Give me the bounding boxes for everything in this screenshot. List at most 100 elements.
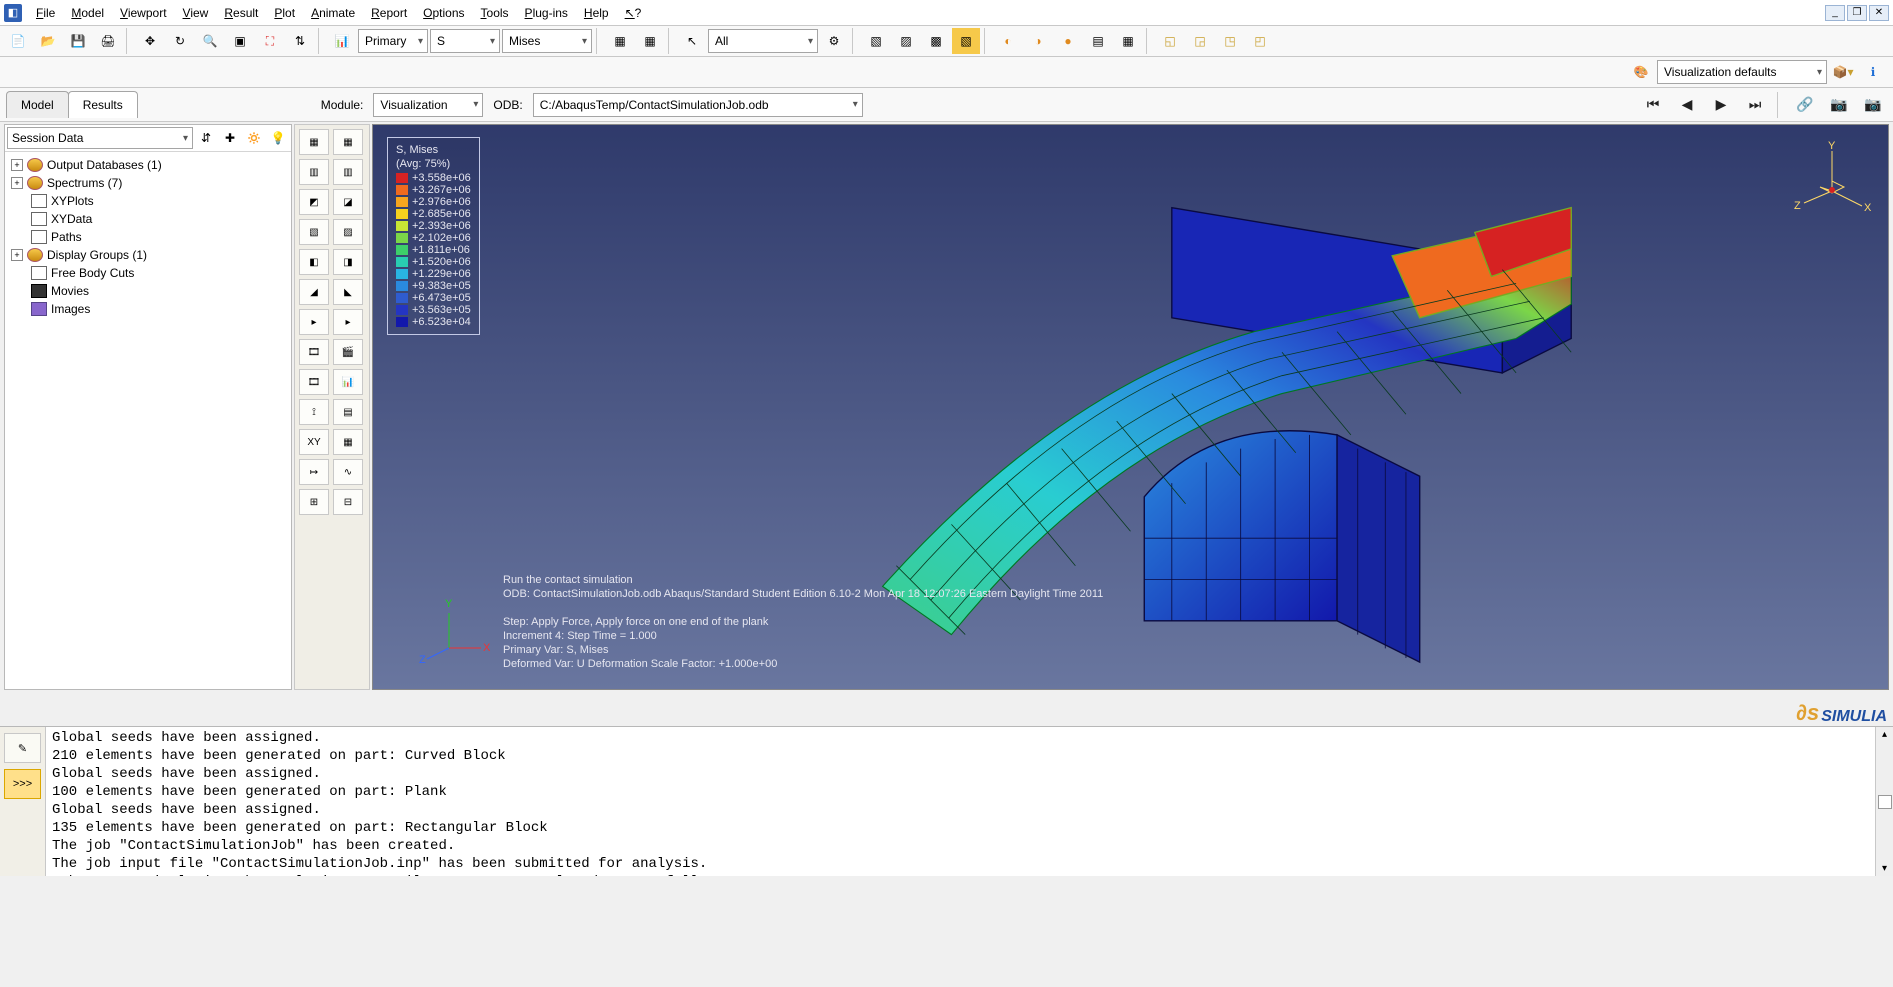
tree-scope-combo[interactable]: Session Data — [7, 127, 193, 149]
print-icon[interactable]: 🖨 — [94, 28, 122, 54]
viewport-3d[interactable]: S, Mises (Avg: 75%) +3.558e+06+3.267e+06… — [372, 124, 1889, 690]
open-icon[interactable]: 📂 — [34, 28, 62, 54]
rotate-icon[interactable]: ↻ — [166, 28, 194, 54]
toolbox-button[interactable]: XY — [299, 429, 329, 455]
toolbox-button[interactable]: ◢ — [299, 279, 329, 305]
invariant-combo[interactable]: Mises — [502, 29, 592, 53]
tree-item[interactable]: +Spectrums (7) — [7, 174, 289, 192]
tree-expand-icon[interactable]: + — [11, 249, 23, 261]
toolbox-button[interactable]: ⟟ — [299, 399, 329, 425]
menu-options[interactable]: Options — [415, 3, 472, 23]
field-output-icon[interactable]: 📊 — [328, 28, 356, 54]
tree-up-down-icon[interactable]: ⇵ — [195, 127, 217, 149]
toolbox-button[interactable]: ◨ — [333, 249, 363, 275]
menu-viewport[interactable]: Viewport — [112, 3, 174, 23]
tree-expand-icon[interactable]: + — [11, 159, 23, 171]
prev-frame-button[interactable]: ◀ — [1673, 93, 1701, 117]
menu-help[interactable]: Help — [576, 3, 617, 23]
menu-model[interactable]: Model — [63, 3, 112, 23]
circle3-icon[interactable]: ● — [1054, 28, 1082, 54]
message-scroll-thumb[interactable] — [1878, 795, 1892, 809]
tab-model[interactable]: Model — [6, 91, 69, 118]
tree-item[interactable]: Movies — [7, 282, 289, 300]
info-icon[interactable]: ℹ — [1859, 59, 1887, 85]
cli-tab[interactable]: >>> — [4, 769, 41, 799]
last-frame-button[interactable]: ⏭ — [1741, 93, 1769, 117]
toolbox-button[interactable]: ▸ — [299, 309, 329, 335]
zoom-icon[interactable]: 🔍 — [196, 28, 224, 54]
toolbox-button[interactable]: ◩ — [299, 189, 329, 215]
box-settings-icon[interactable]: 📦▾ — [1829, 59, 1857, 85]
toolbox-button[interactable]: 🎬 — [333, 339, 363, 365]
camera1-icon[interactable]: 📷 — [1825, 93, 1853, 117]
fit-icon[interactable]: ⛶ — [256, 28, 284, 54]
cube4-icon[interactable]: ▧ — [952, 28, 980, 54]
tree-filter-icon[interactable]: 🔅 — [243, 127, 265, 149]
tree-item[interactable]: +Output Databases (1) — [7, 156, 289, 174]
toolbox-button[interactable]: ▦ — [333, 429, 363, 455]
toolbox-button[interactable]: ▨ — [333, 219, 363, 245]
toolbox-button[interactable]: ▧ — [299, 219, 329, 245]
toolbox-button[interactable]: ▦ — [299, 129, 329, 155]
pan-icon[interactable]: ✥ — [136, 28, 164, 54]
tree-folder-icon[interactable]: ✚ — [219, 127, 241, 149]
iso4-icon[interactable]: ◰ — [1246, 28, 1274, 54]
message-log-tab[interactable]: ✎ — [4, 733, 41, 763]
tree-item[interactable]: XYData — [7, 210, 289, 228]
toolbox-button[interactable]: ▥ — [299, 159, 329, 185]
toolbox-button[interactable]: ▸ — [333, 309, 363, 335]
table-icon[interactable]: ▦ — [1114, 28, 1142, 54]
module-combo[interactable]: Visualization — [373, 93, 483, 117]
menu-help-pointer[interactable]: ↖? — [617, 3, 650, 23]
menu-plug-ins[interactable]: Plug-ins — [517, 3, 576, 23]
toolbox-button[interactable]: ⊟ — [333, 489, 363, 515]
menu-result[interactable]: Result — [216, 3, 266, 23]
toolbox-button[interactable]: ▦ — [333, 129, 363, 155]
grid2-icon[interactable]: ▦ — [636, 28, 664, 54]
legend-icon[interactable]: ▤ — [1084, 28, 1112, 54]
toolbox-button[interactable]: ◪ — [333, 189, 363, 215]
new-file-icon[interactable]: 📄 — [4, 28, 32, 54]
message-log[interactable]: Global seeds have been assigned. 210 ele… — [46, 727, 1875, 876]
cube2-icon[interactable]: ▨ — [892, 28, 920, 54]
palette-icon[interactable]: 🎨 — [1627, 59, 1655, 85]
grid1-icon[interactable]: ▦ — [606, 28, 634, 54]
tree-expand-icon[interactable]: + — [11, 177, 23, 189]
viz-defaults-combo[interactable]: Visualization defaults — [1657, 60, 1827, 84]
tree-item[interactable]: +Display Groups (1) — [7, 246, 289, 264]
menu-animate[interactable]: Animate — [303, 3, 363, 23]
tree-item[interactable]: Free Body Cuts — [7, 264, 289, 282]
tab-results[interactable]: Results — [68, 91, 138, 118]
selection-combo[interactable]: All — [708, 29, 818, 53]
camera2-icon[interactable]: 📷 — [1859, 93, 1887, 117]
circle2-icon[interactable]: ◑ — [1024, 28, 1052, 54]
cube1-icon[interactable]: ▧ — [862, 28, 890, 54]
toolbox-button[interactable]: ↦ — [299, 459, 329, 485]
select-icon[interactable]: ↖ — [678, 28, 706, 54]
close-button[interactable]: ✕ — [1869, 5, 1889, 21]
circle1-icon[interactable]: ◐ — [994, 28, 1022, 54]
iso1-icon[interactable]: ◱ — [1156, 28, 1184, 54]
selection-settings-icon[interactable]: ⚙ — [820, 28, 848, 54]
toolbox-button[interactable]: ∿ — [333, 459, 363, 485]
toolbox-button[interactable]: ◣ — [333, 279, 363, 305]
restore-button[interactable]: ❐ — [1847, 5, 1867, 21]
toolbox-button[interactable]: ▥ — [333, 159, 363, 185]
toolbox-button[interactable]: 📊 — [333, 369, 363, 395]
menu-file[interactable]: File — [28, 3, 63, 23]
cycle-icon[interactable]: ⇅ — [286, 28, 314, 54]
tree-item[interactable]: XYPlots — [7, 192, 289, 210]
tree-bulb-icon[interactable]: 💡 — [267, 127, 289, 149]
iso3-icon[interactable]: ◳ — [1216, 28, 1244, 54]
odb-combo[interactable]: C:/AbaqusTemp/ContactSimulationJob.odb — [533, 93, 863, 117]
toolbox-button[interactable]: ⊞ — [299, 489, 329, 515]
toolbox-button[interactable]: ◧ — [299, 249, 329, 275]
zoom-box-icon[interactable]: ▣ — [226, 28, 254, 54]
menu-plot[interactable]: Plot — [266, 3, 303, 23]
toolbox-button[interactable]: 🎞 — [299, 339, 329, 365]
tree-item[interactable]: Paths — [7, 228, 289, 246]
save-icon[interactable]: 💾 — [64, 28, 92, 54]
min-button[interactable]: _ — [1825, 5, 1845, 21]
menu-report[interactable]: Report — [363, 3, 415, 23]
primary-combo[interactable]: Primary — [358, 29, 428, 53]
